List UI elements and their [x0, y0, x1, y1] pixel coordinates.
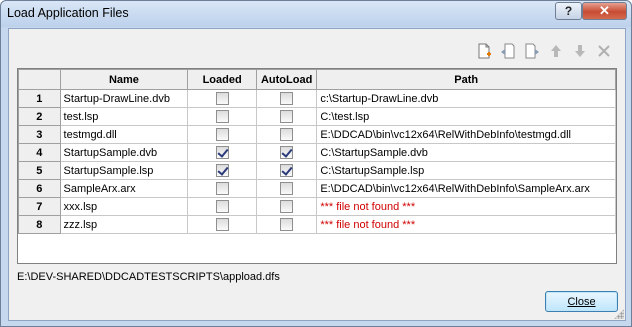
title-bar: Load Application Files ? ✕ [1, 1, 631, 27]
autoload-cell [255, 197, 318, 216]
settings-file-path: E:\DEV-SHARED\DDCADTESTSCRIPTS\appload.d… [17, 271, 280, 283]
file-path-cell[interactable]: C:\test.lsp [316, 107, 616, 126]
row-number: 6 [18, 179, 61, 198]
row-number-header [18, 69, 61, 90]
toolbar [473, 40, 615, 62]
file-path-cell[interactable]: C:\StartupSample.lsp [316, 161, 616, 180]
loaded-cell [187, 197, 257, 216]
autoload-cell [255, 89, 318, 108]
autoload-cell [255, 143, 318, 162]
autoload-cell [255, 179, 318, 198]
loaded-checkbox[interactable] [215, 92, 229, 105]
new-file-icon[interactable] [473, 40, 495, 62]
move-down-icon[interactable] [569, 40, 591, 62]
column-header-loaded[interactable]: Loaded [187, 69, 257, 90]
row-number: 5 [18, 161, 61, 180]
row-number: 2 [18, 107, 61, 126]
table-body: 1 Startup-DrawLine.dvb c:\Startup-DrawLine… [18, 89, 616, 234]
loaded-checkbox[interactable] [215, 128, 229, 141]
table-row[interactable]: 5 StartupSample.lsp C:\StartupSample.lsp [18, 161, 616, 180]
column-header-path[interactable]: Path [316, 69, 616, 90]
file-path-cell[interactable]: *** file not found *** [316, 197, 616, 216]
autoload-checkbox[interactable] [280, 110, 294, 123]
table-header-row: Name Loaded AutoLoad Path [18, 69, 616, 90]
loaded-cell [187, 143, 257, 162]
loaded-cell [187, 107, 257, 126]
row-number: 8 [18, 215, 61, 234]
autoload-checkbox[interactable] [280, 92, 294, 105]
loaded-checkbox[interactable] [215, 164, 229, 177]
row-number: 4 [18, 143, 61, 162]
file-path-cell[interactable]: c:\Startup-DrawLine.dvb [316, 89, 616, 108]
file-name-cell[interactable]: SampleArx.arx [59, 179, 189, 198]
table-row[interactable]: 1 Startup-DrawLine.dvb c:\Startup-DrawLine… [18, 89, 616, 108]
file-name-cell[interactable]: StartupSample.dvb [59, 143, 189, 162]
application-files-table: Name Loaded AutoLoad Path 1 Startup-DrawL… [17, 68, 617, 264]
autoload-cell [255, 215, 318, 234]
table-row[interactable]: 2 test.lsp C:\test.lsp [18, 107, 616, 126]
loaded-checkbox[interactable] [215, 200, 229, 213]
loaded-cell [187, 215, 257, 234]
file-path-cell[interactable]: C:\StartupSample.dvb [316, 143, 616, 162]
load-before-icon[interactable] [497, 40, 519, 62]
autoload-cell [255, 107, 318, 126]
row-number: 3 [18, 125, 61, 144]
move-up-icon[interactable] [545, 40, 567, 62]
help-button[interactable]: ? [555, 2, 582, 20]
load-after-icon[interactable] [521, 40, 543, 62]
loaded-cell [187, 161, 257, 180]
close-button-label: Close [567, 295, 596, 308]
table-row[interactable]: 4 StartupSample.dvb C:\StartupSample.dvb [18, 143, 616, 162]
file-name-cell[interactable]: Startup-DrawLine.dvb [59, 89, 189, 108]
table-row[interactable]: 3 testmgd.dll E:\DDCAD\bin\vc12x64\RelWith… [18, 125, 616, 144]
autoload-checkbox[interactable] [280, 218, 294, 231]
loaded-checkbox[interactable] [215, 110, 229, 123]
file-path-cell[interactable]: *** file not found *** [316, 215, 616, 234]
autoload-checkbox[interactable] [280, 128, 294, 141]
file-name-cell[interactable]: zzz.lsp [59, 215, 189, 234]
file-name-cell[interactable]: testmgd.dll [59, 125, 189, 144]
table-row[interactable]: 6 SampleArx.arx E:\DDCAD\bin\vc12x64\RelWi… [18, 179, 616, 198]
file-name-cell[interactable]: test.lsp [59, 107, 189, 126]
loaded-cell [187, 89, 257, 108]
row-number: 1 [18, 89, 61, 108]
file-path-cell[interactable]: E:\DDCAD\bin\vc12x64\RelWithDebInfo\Samp… [316, 179, 616, 198]
remove-icon[interactable] [593, 40, 615, 62]
close-button[interactable]: Close [545, 291, 618, 312]
row-number: 7 [18, 197, 61, 216]
autoload-cell [255, 125, 318, 144]
autoload-checkbox[interactable] [280, 164, 294, 177]
window-close-button[interactable]: ✕ [582, 2, 627, 20]
loaded-checkbox[interactable] [215, 218, 229, 231]
load-application-files-dialog: Load Application Files ? ✕ Name Loaded A… [0, 0, 632, 327]
autoload-checkbox[interactable] [280, 146, 294, 159]
table-row[interactable]: 8 zzz.lsp *** file not found *** [18, 215, 616, 234]
column-header-autoload[interactable]: AutoLoad [255, 69, 318, 90]
loaded-cell [187, 125, 257, 144]
autoload-checkbox[interactable] [280, 182, 294, 195]
dialog-client-area: Name Loaded AutoLoad Path 1 Startup-DrawL… [8, 28, 626, 321]
window-title: Load Application Files [7, 6, 129, 20]
table-row[interactable]: 7 xxx.lsp *** file not found *** [18, 197, 616, 216]
loaded-checkbox[interactable] [215, 146, 229, 159]
autoload-checkbox[interactable] [280, 200, 294, 213]
file-name-cell[interactable]: xxx.lsp [59, 197, 189, 216]
loaded-checkbox[interactable] [215, 182, 229, 195]
loaded-cell [187, 179, 257, 198]
column-header-name[interactable]: Name [59, 69, 189, 90]
file-path-cell[interactable]: E:\DDCAD\bin\vc12x64\RelWithDebInfo\test… [316, 125, 616, 144]
file-name-cell[interactable]: StartupSample.lsp [59, 161, 189, 180]
autoload-cell [255, 161, 318, 180]
